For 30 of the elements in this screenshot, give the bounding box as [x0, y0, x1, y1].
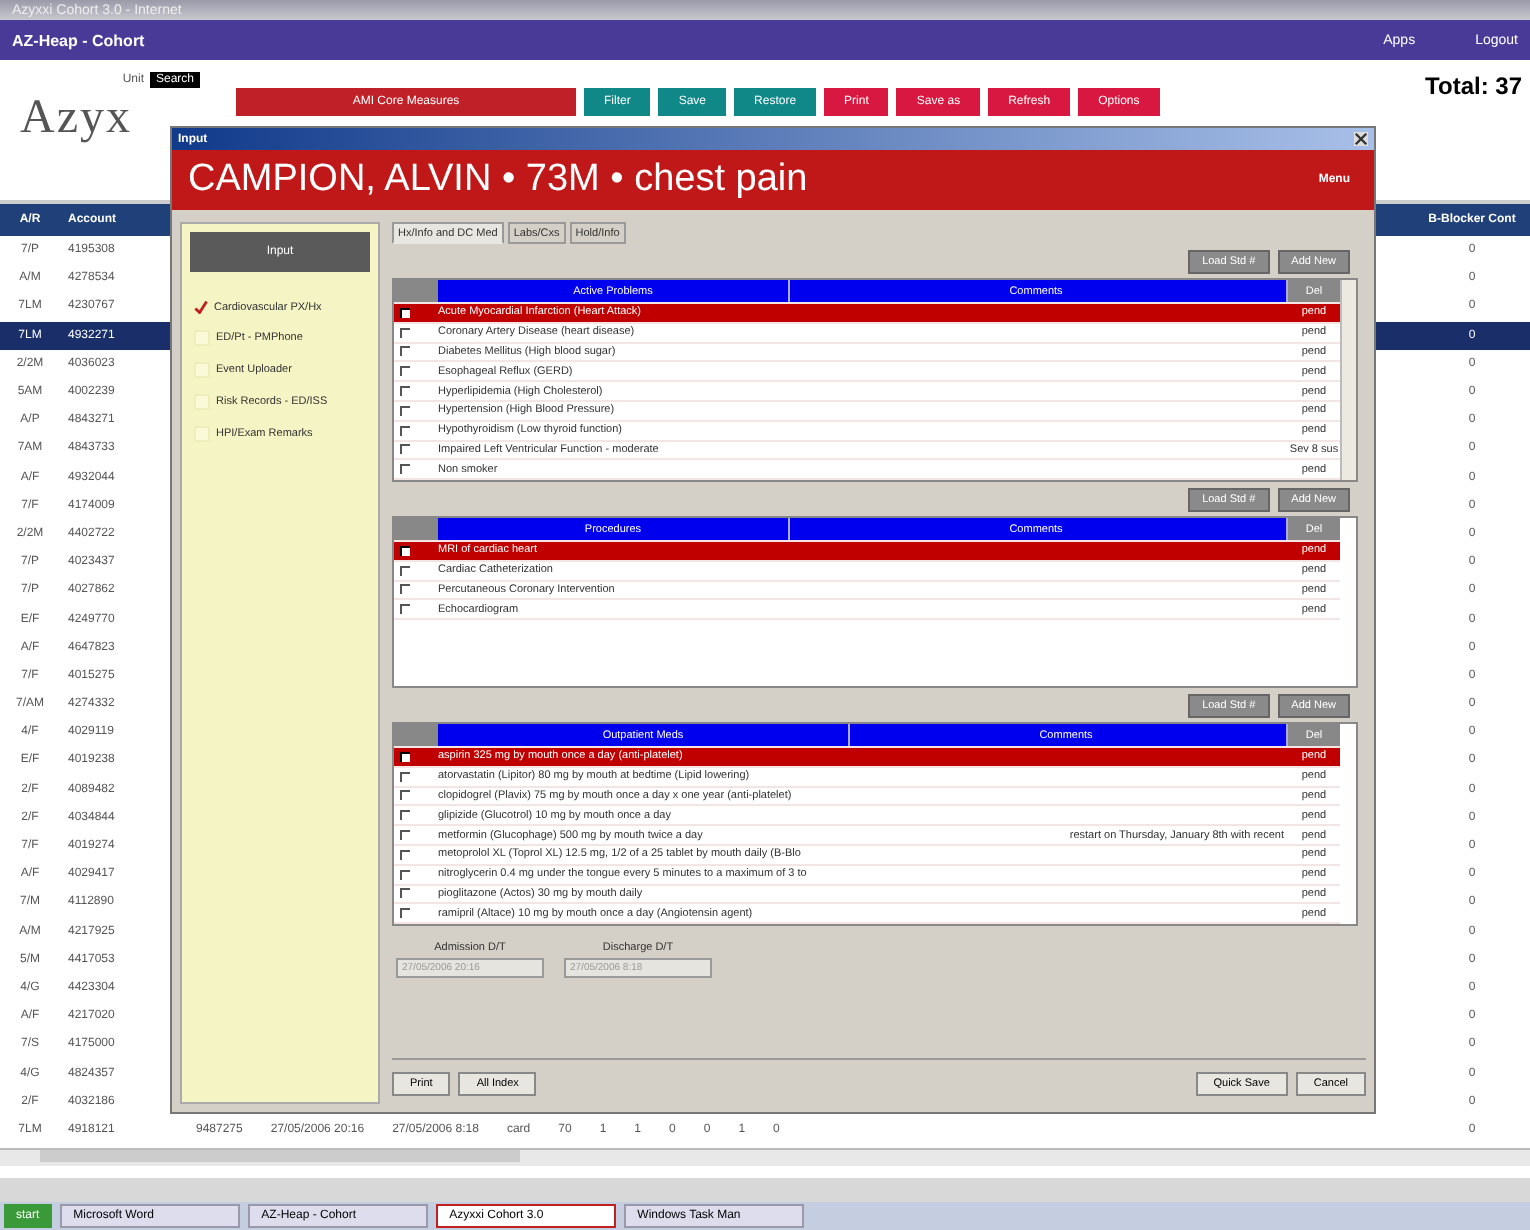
checkbox[interactable]: [400, 584, 410, 595]
patient-name: CAMPION, ALVIN • 73M • chest pain: [188, 158, 808, 202]
logo: Azyx: [20, 92, 132, 146]
app-title: AZ-Heap - Cohort: [12, 31, 145, 49]
checkbox[interactable]: [400, 849, 410, 860]
check-icon[interactable]: [194, 300, 208, 314]
total-count: Total: 37: [1425, 72, 1522, 100]
checkbox[interactable]: [400, 346, 410, 357]
checkbox[interactable]: [400, 888, 410, 899]
checkbox[interactable]: [400, 405, 410, 416]
checkbox[interactable]: [400, 869, 410, 880]
checkbox[interactable]: [400, 307, 410, 318]
checkbox[interactable]: [400, 908, 410, 919]
checkbox[interactable]: [400, 830, 410, 841]
checkbox[interactable]: [400, 565, 410, 576]
checkbox[interactable]: [400, 366, 410, 377]
checkbox[interactable]: [400, 327, 410, 338]
checkbox[interactable]: [400, 604, 410, 615]
checkbox[interactable]: [400, 464, 410, 475]
checkbox[interactable]: [400, 751, 410, 762]
close-icon[interactable]: [1354, 132, 1368, 146]
checkbox[interactable]: [400, 425, 410, 436]
checkbox[interactable]: [400, 790, 410, 801]
checkbox[interactable]: [400, 810, 410, 821]
checkbox[interactable]: [400, 545, 410, 556]
checkbox[interactable]: [400, 444, 410, 455]
checkbox[interactable]: [400, 771, 410, 782]
horizontal-scrollbar[interactable]: [0, 1148, 1530, 1166]
vertical-scrollbar[interactable]: [1340, 280, 1356, 480]
checkbox[interactable]: [400, 386, 410, 397]
